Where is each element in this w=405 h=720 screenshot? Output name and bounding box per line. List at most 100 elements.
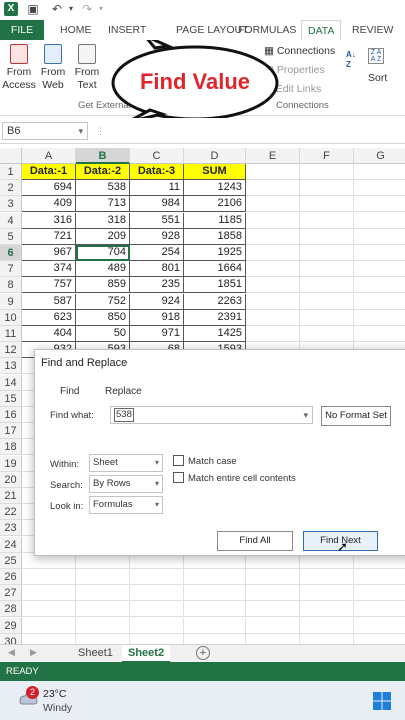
cell-b6[interactable]: 704 xyxy=(76,245,130,261)
cell-a5[interactable]: 721 xyxy=(22,228,76,245)
cell-e1[interactable] xyxy=(246,164,300,180)
cell-c3[interactable]: 984 xyxy=(130,196,184,213)
cell-f27[interactable] xyxy=(300,585,354,602)
row-header-21[interactable]: 21 xyxy=(0,488,22,504)
cell-d5[interactable]: 1858 xyxy=(184,228,246,245)
row-header-5[interactable]: 5 xyxy=(0,228,22,245)
sheet-tab-sheet2[interactable]: Sheet2 xyxy=(122,645,171,663)
cell-c6[interactable]: 254 xyxy=(130,245,184,261)
row-header-18[interactable]: 18 xyxy=(0,439,22,456)
cell-d27[interactable] xyxy=(184,585,246,602)
cell-f30[interactable] xyxy=(300,633,354,644)
cell-g8[interactable] xyxy=(354,277,405,294)
cell-f7[interactable] xyxy=(300,261,354,278)
cell-a7[interactable]: 374 xyxy=(22,261,76,278)
cell-c29[interactable] xyxy=(130,617,184,634)
cell-g10[interactable] xyxy=(354,310,405,326)
cell-c2[interactable]: 11 xyxy=(130,180,184,197)
cell-d4[interactable]: 1185 xyxy=(184,212,246,229)
cell-d10[interactable]: 2391 xyxy=(184,309,246,326)
tab-home[interactable]: HOME xyxy=(54,20,98,40)
sheet-tab-sheet1[interactable]: Sheet1 xyxy=(72,645,119,663)
tab-replace[interactable]: Replace xyxy=(105,386,142,397)
select-all-corner[interactable] xyxy=(0,148,22,164)
cell-f4[interactable] xyxy=(300,212,354,229)
cell-a26[interactable] xyxy=(22,569,76,585)
row-header-13[interactable]: 13 xyxy=(0,358,22,375)
cell-d11[interactable]: 1425 xyxy=(184,326,246,342)
cell-a28[interactable] xyxy=(22,601,76,618)
row-header-29[interactable]: 29 xyxy=(0,617,22,634)
cell-b26[interactable] xyxy=(76,569,130,585)
cell-a27[interactable] xyxy=(22,585,76,602)
cell-b3[interactable]: 713 xyxy=(76,196,130,213)
cell-c28[interactable] xyxy=(130,601,184,618)
column-header-f[interactable]: F xyxy=(300,148,354,164)
cell-e5[interactable] xyxy=(246,228,300,245)
cell-g29[interactable] xyxy=(354,618,405,634)
cell-b30[interactable] xyxy=(76,633,130,644)
match-case-checkbox[interactable] xyxy=(173,455,184,466)
add-sheet-icon[interactable]: + xyxy=(196,646,210,660)
column-header-a[interactable]: A xyxy=(22,148,76,164)
sheet-scroll-right-icon[interactable]: ▶ xyxy=(30,647,37,658)
sheet-scroll-left-icon[interactable]: ◀ xyxy=(8,647,15,658)
cell-c11[interactable]: 971 xyxy=(130,326,184,342)
from-web-button[interactable]: From Web xyxy=(36,44,70,92)
cell-b11[interactable]: 50 xyxy=(76,326,130,342)
cell-c5[interactable]: 928 xyxy=(130,228,184,245)
search-select[interactable]: By Rows ▾ xyxy=(89,475,163,493)
cell-e3[interactable] xyxy=(246,196,300,213)
column-header-e[interactable]: E xyxy=(246,148,300,164)
windows-start-icon[interactable] xyxy=(372,691,392,711)
no-format-set-button[interactable]: No Format Set xyxy=(321,406,391,426)
cell-d30[interactable] xyxy=(184,633,246,644)
cell-g3[interactable] xyxy=(354,196,405,213)
cell-g27[interactable] xyxy=(354,585,405,602)
name-box[interactable]: B6 ▾ xyxy=(2,122,88,140)
tab-review[interactable]: REVIEW xyxy=(346,20,399,40)
cell-e11[interactable] xyxy=(246,326,300,342)
cell-b28[interactable] xyxy=(76,601,130,618)
cell-a1[interactable]: Data:-1 xyxy=(22,164,76,180)
cell-e28[interactable] xyxy=(246,601,300,618)
row-header-1[interactable]: 1 xyxy=(0,164,22,180)
cell-a9[interactable]: 587 xyxy=(22,293,76,310)
tab-find[interactable]: Find xyxy=(60,386,79,397)
redo-icon[interactable]: ↷ xyxy=(80,2,94,16)
cell-b10[interactable]: 850 xyxy=(76,309,130,326)
cell-a8[interactable]: 757 xyxy=(22,277,76,294)
find-all-button[interactable]: Find All xyxy=(217,531,293,551)
cell-a11[interactable]: 404 xyxy=(22,326,76,342)
cell-e29[interactable] xyxy=(246,617,300,634)
cell-d28[interactable] xyxy=(184,601,246,618)
row-header-23[interactable]: 23 xyxy=(0,520,22,537)
cell-b9[interactable]: 752 xyxy=(76,293,130,310)
cell-e26[interactable] xyxy=(246,569,300,585)
from-text-button[interactable]: From Text xyxy=(70,44,104,92)
cell-a29[interactable] xyxy=(22,617,76,634)
cell-g30[interactable] xyxy=(354,634,405,644)
cell-g7[interactable] xyxy=(354,261,405,278)
cell-d6[interactable]: 1925 xyxy=(184,245,246,261)
row-header-26[interactable]: 26 xyxy=(0,569,22,585)
cell-f28[interactable] xyxy=(300,601,354,618)
cell-g4[interactable] xyxy=(354,213,405,229)
undo-icon[interactable]: ↶ xyxy=(50,2,64,16)
row-header-10[interactable]: 10 xyxy=(0,309,22,326)
column-header-c[interactable]: C xyxy=(130,148,184,164)
cell-g5[interactable] xyxy=(354,229,405,245)
cell-c9[interactable]: 924 xyxy=(130,293,184,310)
cell-d29[interactable] xyxy=(184,617,246,634)
cell-d8[interactable]: 1851 xyxy=(184,277,246,294)
cell-e6[interactable] xyxy=(246,245,300,261)
cell-e27[interactable] xyxy=(246,585,300,602)
cell-f5[interactable] xyxy=(300,228,354,245)
cell-g26[interactable] xyxy=(354,569,405,585)
tab-data[interactable]: DATA xyxy=(301,20,342,40)
column-header-d[interactable]: D xyxy=(184,148,246,164)
tab-insert[interactable]: INSERT xyxy=(102,20,152,40)
cell-g1[interactable] xyxy=(354,164,405,180)
cell-b5[interactable]: 209 xyxy=(76,228,130,245)
cell-e10[interactable] xyxy=(246,309,300,326)
